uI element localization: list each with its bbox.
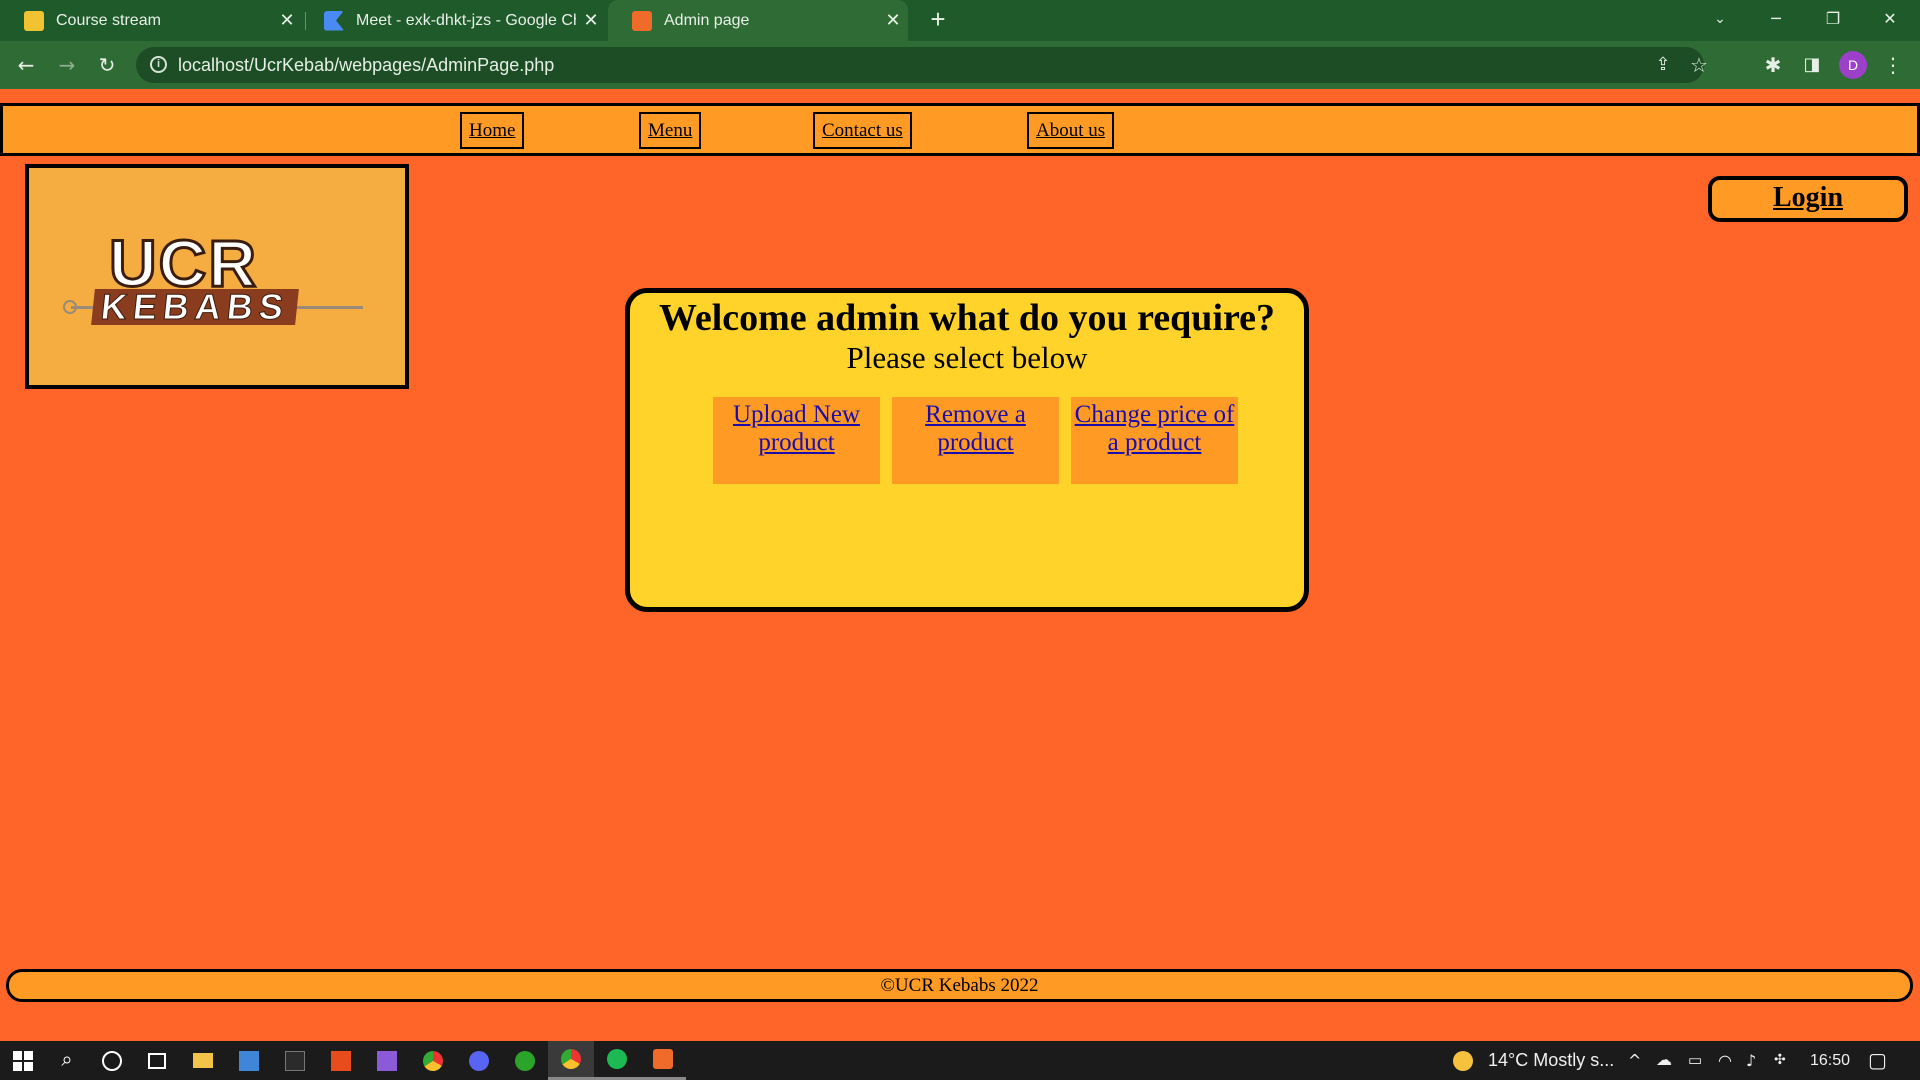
xampp-icon	[632, 10, 652, 31]
spotify-icon[interactable]	[594, 1041, 640, 1080]
site-footer: ©UCR Kebabs 2022	[6, 969, 1913, 1002]
dropbox-icon[interactable]: ✣	[1774, 1041, 1786, 1080]
store-icon[interactable]	[226, 1041, 272, 1080]
weather-icon[interactable]	[1440, 1041, 1486, 1080]
classroom-icon	[24, 10, 44, 31]
share-icon[interactable]: ⇪	[1648, 50, 1678, 80]
windows-taskbar: ⌕ 14°C Mostly s... ^ ☁ ▭ ◠ ♪ ✣ 16:50 ▢	[0, 1041, 1920, 1080]
window-close-icon[interactable]: ✕	[1862, 0, 1918, 41]
browser-toolbar: ← → ↻ i localhost/UcrKebab/webpages/Admi…	[0, 41, 1920, 89]
skewer-ring-graphic	[63, 300, 77, 314]
tab-search-icon[interactable]: ⌄	[1692, 0, 1748, 41]
panel-subheading: Please select below	[846, 340, 1088, 375]
site-navbar: Home Menu Contact us About us	[0, 103, 1920, 156]
reload-icon[interactable]: ↻	[92, 50, 122, 80]
file-explorer-icon[interactable]	[180, 1041, 226, 1080]
address-bar[interactable]: i localhost/UcrKebab/webpages/AdminPage.…	[136, 47, 1708, 83]
battery-icon[interactable]: ▭	[1688, 1041, 1702, 1080]
back-icon[interactable]: ←	[11, 50, 41, 80]
site-logo: UCR KEBABS	[25, 164, 409, 389]
wifi-icon[interactable]: ◠	[1718, 1041, 1732, 1080]
office-icon[interactable]	[318, 1041, 364, 1080]
start-icon[interactable]	[0, 1041, 46, 1080]
close-icon[interactable]: ✕	[576, 10, 606, 31]
tab-title: Meet - exk-dhkt-jzs - Google Chr	[356, 11, 576, 29]
site-info-icon[interactable]: i	[150, 56, 167, 73]
upload-product-link[interactable]: Upload New product	[713, 397, 880, 484]
onedrive-icon[interactable]: ☁	[1656, 1041, 1672, 1080]
volume-icon[interactable]: ♪	[1746, 1041, 1756, 1080]
tab-admin-page[interactable]: Admin page ✕	[608, 0, 908, 41]
admin-panel: Welcome admin what do you require? Pleas…	[625, 288, 1309, 612]
weather-text[interactable]: 14°C Mostly s...	[1488, 1041, 1614, 1080]
clock-time[interactable]: 16:50	[1810, 1041, 1850, 1080]
side-panel-icon[interactable]: ◨	[1797, 50, 1827, 80]
tray-chevron-icon[interactable]: ^	[1628, 1041, 1641, 1080]
close-icon[interactable]: ✕	[878, 10, 908, 31]
remove-product-link[interactable]: Remove a product	[892, 397, 1059, 484]
xbox-icon[interactable]	[502, 1041, 548, 1080]
cortana-icon[interactable]	[89, 1041, 135, 1080]
chrome-running-icon[interactable]	[548, 1041, 594, 1080]
url-text[interactable]: localhost/UcrKebab/webpages/AdminPage.ph…	[178, 55, 554, 76]
tab-meet[interactable]: Meet - exk-dhkt-jzs - Google Chr ✕	[300, 0, 606, 41]
change-price-link[interactable]: Change price of a product	[1071, 397, 1238, 484]
nav-home-link[interactable]: Home	[460, 112, 525, 149]
profile-avatar[interactable]: D	[1839, 51, 1867, 79]
chrome-icon[interactable]	[410, 1041, 456, 1080]
tab-course-stream[interactable]: Course stream ✕	[0, 0, 302, 41]
close-icon[interactable]: ✕	[272, 10, 302, 31]
notifications-icon[interactable]: ▢	[1868, 1041, 1887, 1080]
nav-menu-link[interactable]: Menu	[639, 112, 702, 149]
discord-icon[interactable]	[456, 1041, 502, 1080]
task-view-icon[interactable]	[134, 1041, 180, 1080]
login-button[interactable]: Login	[1708, 176, 1908, 222]
forward-icon[interactable]: →	[52, 50, 82, 80]
restore-icon[interactable]: ❐	[1805, 0, 1861, 41]
new-tab-button[interactable]: +	[923, 5, 953, 35]
taskbar-search-icon[interactable]: ⌕	[44, 1041, 90, 1080]
xampp-taskbar-icon[interactable]	[640, 1041, 686, 1080]
more-menu-icon[interactable]: ⋮	[1878, 50, 1908, 80]
bookmark-star-icon[interactable]: ☆	[1684, 50, 1714, 80]
tab-title: Course stream	[56, 11, 161, 29]
visual-studio-icon[interactable]	[364, 1041, 410, 1080]
nav-contact-link[interactable]: Contact us	[813, 112, 912, 149]
panel-heading: Welcome admin what do you require?	[658, 297, 1276, 339]
extensions-icon[interactable]: ✱	[1758, 50, 1788, 80]
meet-icon	[324, 10, 344, 31]
logo-text-kebabs: KEBABS	[91, 286, 299, 328]
nav-about-link[interactable]: About us	[1027, 112, 1115, 149]
browser-tab-strip: Course stream ✕ Meet - exk-dhkt-jzs - Go…	[0, 0, 1920, 41]
notion-icon[interactable]	[272, 1041, 318, 1080]
minimize-icon[interactable]: ─	[1748, 0, 1804, 41]
tab-title: Admin page	[664, 11, 750, 29]
